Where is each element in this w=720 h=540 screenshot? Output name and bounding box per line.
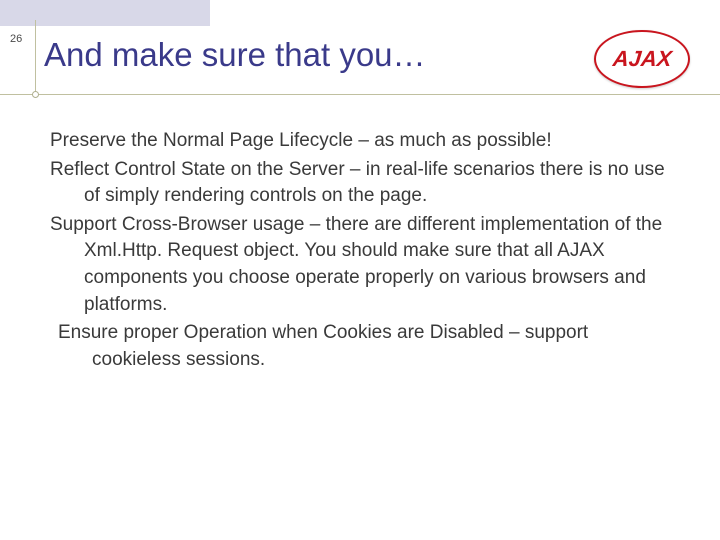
- top-bar-decoration: [0, 0, 210, 26]
- ajax-logo: AJAX: [594, 30, 690, 88]
- vertical-rule: [35, 20, 36, 94]
- horizontal-rule: [0, 94, 720, 95]
- list-item: Reflect Control State on the Server – in…: [50, 157, 680, 210]
- slide-title: And make sure that you…: [44, 36, 426, 74]
- list-item: Preserve the Normal Page Lifecycle – as …: [50, 128, 680, 155]
- page-number: 26: [10, 33, 22, 45]
- list-item: Support Cross-Browser usage – there are …: [50, 212, 680, 318]
- list-item: Ensure proper Operation when Cookies are…: [50, 320, 680, 373]
- slide-content: Preserve the Normal Page Lifecycle – as …: [50, 128, 680, 373]
- logo-text: AJAX: [611, 46, 672, 72]
- logo-ellipse: AJAX: [594, 30, 690, 88]
- corner-circle-icon: [32, 91, 39, 98]
